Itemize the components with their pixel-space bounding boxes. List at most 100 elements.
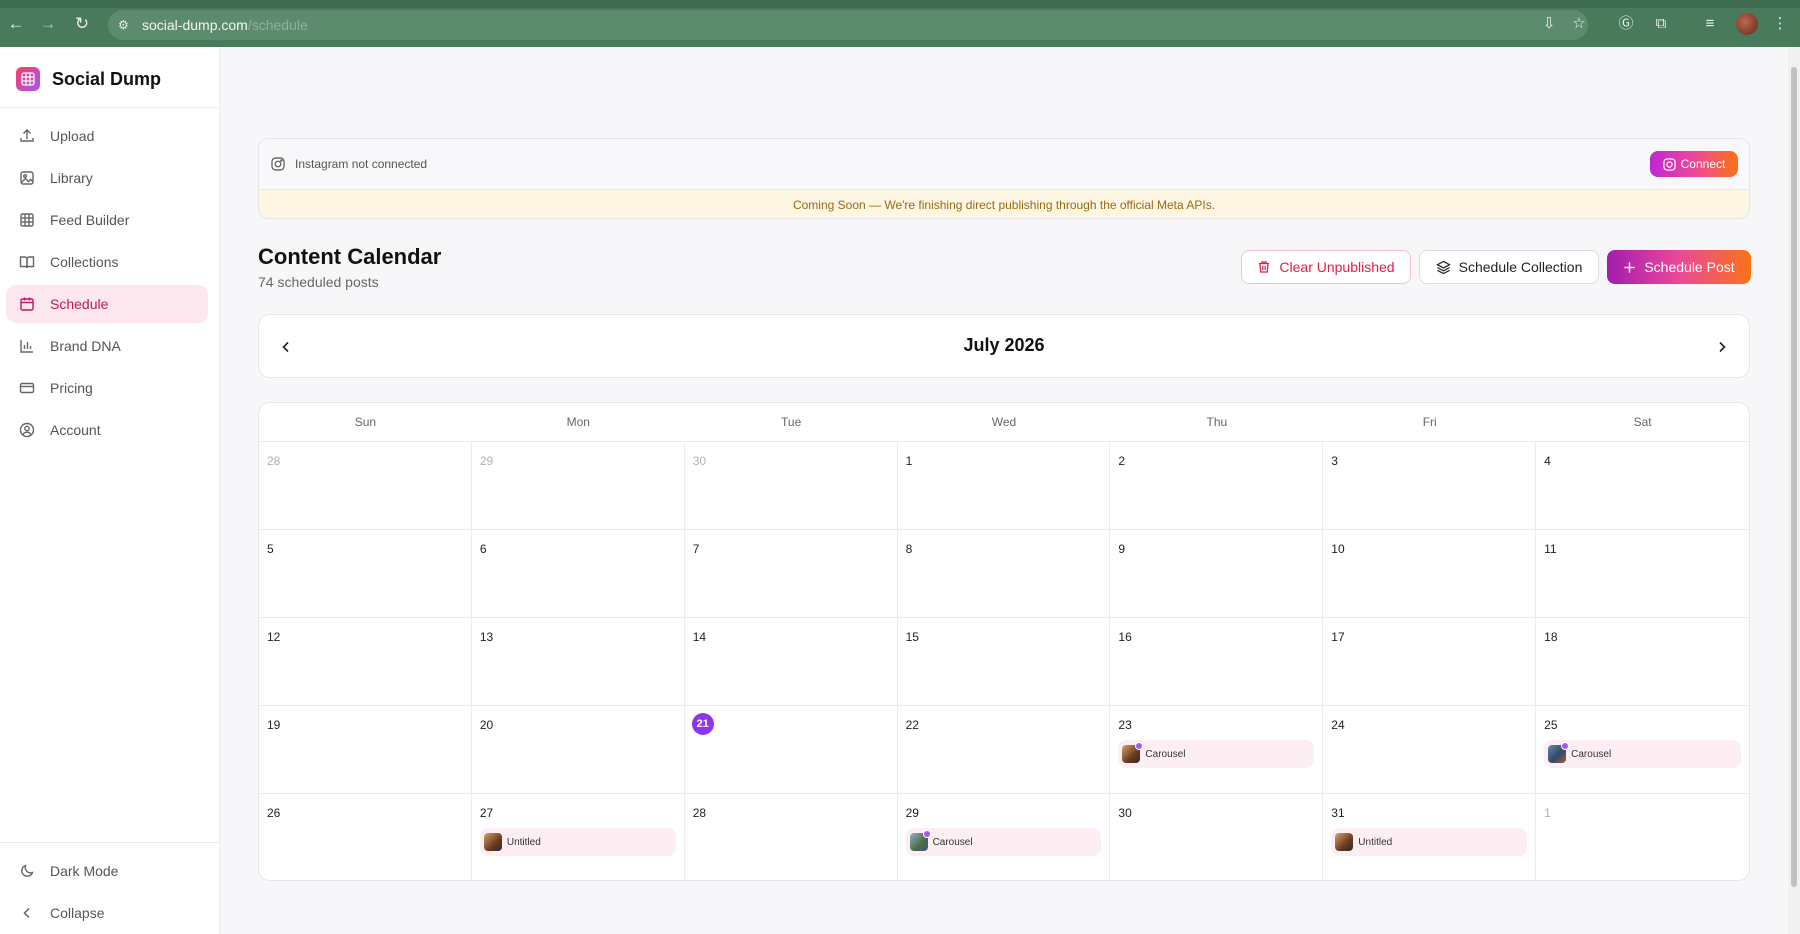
calendar-day[interactable]: 31 Untitled: [1323, 794, 1537, 880]
day-number: 1: [1544, 806, 1551, 820]
sidebar-divider: [0, 842, 219, 843]
day-number: 16: [1118, 630, 1132, 644]
bookmark-star-icon[interactable]: ☆: [1569, 14, 1589, 34]
sidebar-item-feed-builder[interactable]: Feed Builder: [6, 201, 208, 239]
clear-unpublished-button[interactable]: Clear Unpublished: [1241, 250, 1411, 284]
dark-mode-toggle[interactable]: Dark Mode: [6, 852, 208, 890]
schedule-collection-label: Schedule Collection: [1458, 259, 1583, 275]
profile-avatar[interactable]: [1736, 13, 1758, 35]
calendar-day[interactable]: 10: [1323, 530, 1537, 618]
collapse-sidebar-button[interactable]: Collapse: [6, 894, 208, 932]
day-number: 3: [1331, 454, 1338, 468]
scheduled-post-chip[interactable]: Untitled: [1331, 828, 1528, 856]
calendar-day[interactable]: 29: [471, 442, 685, 530]
scheduled-post-chip[interactable]: Carousel: [1544, 740, 1741, 768]
site-settings-icon[interactable]: ⚙: [118, 18, 132, 32]
calendar-day[interactable]: 1: [1536, 794, 1749, 880]
forward-icon[interactable]: →: [38, 14, 58, 34]
calendar-day[interactable]: 11: [1536, 530, 1749, 618]
day-number: 8: [905, 542, 913, 556]
grammarly-extension-icon[interactable]: Ⓖ: [1616, 14, 1636, 34]
sidebar-item-brand-dna[interactable]: Brand DNA: [6, 327, 208, 365]
address-bar[interactable]: ⚙ social-dump.com/schedule: [108, 10, 1588, 40]
calendar-day[interactable]: 15: [897, 618, 1111, 706]
weekday-sun: Sun: [354, 415, 377, 429]
schedule-collection-button[interactable]: Schedule Collection: [1419, 250, 1599, 284]
calendar-day[interactable]: 2: [1110, 442, 1324, 530]
instagram-status: Instagram not connected: [271, 156, 427, 172]
calendar-day[interactable]: 29 Carousel: [898, 794, 1111, 880]
calendar-day[interactable]: 6: [471, 530, 685, 618]
calendar-day[interactable]: 30: [1110, 794, 1324, 880]
chevron-left-icon: [18, 904, 36, 922]
post-title: Untitled: [506, 836, 541, 848]
extensions-puzzle-icon[interactable]: ⧉: [1651, 14, 1671, 34]
post-thumbnail: [1122, 742, 1144, 763]
page-scrollbar[interactable]: [1788, 47, 1800, 934]
calendar-day[interactable]: 28: [259, 442, 472, 530]
credit-card-icon: [18, 379, 36, 397]
sidebar-item-pricing[interactable]: Pricing: [6, 369, 208, 407]
calendar-day[interactable]: 20: [471, 706, 685, 794]
calendar-day[interactable]: 5: [259, 530, 472, 618]
sidebar-item-collections[interactable]: Collections: [6, 243, 208, 281]
sidebar-item-account[interactable]: Account: [6, 411, 208, 449]
calendar-day[interactable]: 13: [471, 618, 685, 706]
back-icon[interactable]: ←: [6, 14, 26, 34]
calendar-day[interactable]: 9: [1110, 530, 1324, 618]
calendar-day[interactable]: 12: [259, 618, 472, 706]
calendar-day[interactable]: 18: [1536, 618, 1749, 706]
calendar-day[interactable]: 7: [684, 530, 898, 618]
calendar-day[interactable]: 24: [1323, 706, 1537, 794]
browser-menu-icon[interactable]: ⋮: [1770, 14, 1790, 34]
day-number: 30: [692, 454, 707, 468]
calendar-day[interactable]: 14: [684, 618, 898, 706]
calendar-day[interactable]: 1: [897, 442, 1111, 530]
day-number: 12: [267, 630, 281, 644]
day-number: 21: [691, 713, 714, 735]
sidebar-item-schedule[interactable]: Schedule: [6, 285, 208, 323]
calendar-day[interactable]: 19: [259, 706, 472, 794]
calendar-day[interactable]: 30: [684, 442, 898, 530]
calendar-day[interactable]: 28: [685, 794, 898, 880]
post-thumbnail: [483, 833, 502, 851]
sidebar-item-upload[interactable]: Upload: [6, 117, 208, 155]
calendar-day[interactable]: 8: [897, 530, 1111, 618]
calendar-day[interactable]: 23 Carousel: [1110, 706, 1324, 794]
instagram-icon: [1662, 157, 1676, 171]
scheduled-post-chip[interactable]: Untitled: [479, 828, 676, 856]
reading-list-icon[interactable]: ≡: [1700, 14, 1720, 34]
weekday-thu: Thu: [1206, 415, 1228, 429]
calendar-day[interactable]: 17: [1323, 618, 1537, 706]
next-month-button[interactable]: [1711, 336, 1733, 358]
url-path: /schedule: [247, 17, 308, 33]
collapse-label: Collapse: [50, 905, 105, 921]
day-number: 28: [267, 454, 281, 468]
carousel-badge-icon: [1561, 742, 1570, 750]
calendar-day[interactable]: 25 Carousel: [1536, 706, 1749, 794]
calendar-day[interactable]: 16: [1110, 618, 1324, 706]
brand-logo-icon: [16, 67, 40, 91]
calendar-day[interactable]: 27 Untitled: [472, 794, 685, 880]
brand[interactable]: Social Dump: [16, 65, 161, 93]
schedule-post-button[interactable]: Schedule Post: [1607, 250, 1751, 284]
post-thumbnail: [909, 830, 931, 851]
scrollbar-thumb[interactable]: [1791, 67, 1797, 887]
calendar-day[interactable]: 26: [259, 794, 472, 880]
calendar-day[interactable]: 3: [1323, 442, 1537, 530]
calendar-icon: [18, 295, 36, 313]
day-number: 29: [905, 806, 919, 820]
sidebar-item-library[interactable]: Library: [6, 159, 208, 197]
carousel-badge-icon: [922, 830, 931, 838]
scheduled-post-chip[interactable]: Carousel: [1118, 740, 1315, 768]
calendar-days: 28 29 30 1 2 3 4 5 6 7 8 9 10 11 12 13 14 15 16 17 18 19 20 21 2…: [259, 442, 1749, 880]
scheduled-post-chip[interactable]: Carousel: [905, 828, 1102, 856]
calendar-day[interactable]: 22: [897, 706, 1111, 794]
install-app-icon[interactable]: ⇩: [1539, 14, 1559, 34]
day-number: 1: [905, 454, 913, 468]
reload-icon[interactable]: ↻: [72, 14, 92, 34]
calendar-day-today[interactable]: 21: [684, 706, 898, 794]
url-text: social-dump.com/schedule: [142, 17, 308, 33]
connect-instagram-button[interactable]: Connect: [1650, 151, 1738, 177]
calendar-day[interactable]: 4: [1536, 442, 1749, 530]
